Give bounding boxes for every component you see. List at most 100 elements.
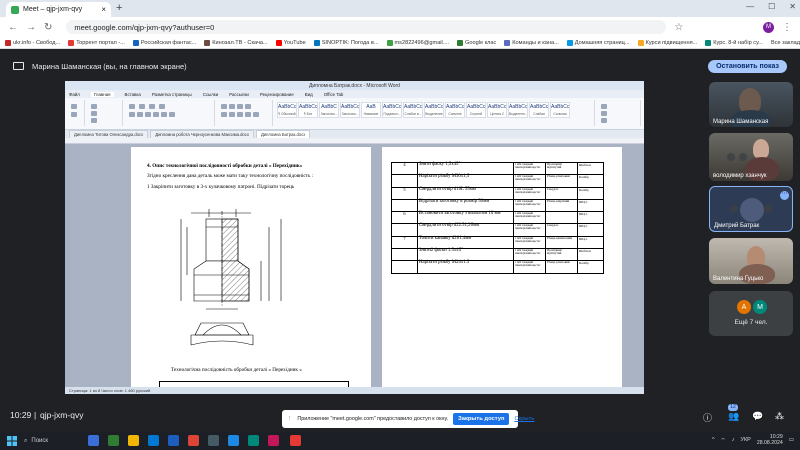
notifications-icon[interactable]: ▭ <box>789 437 794 443</box>
profile-avatar[interactable]: M <box>763 21 774 33</box>
stop-presenting-button[interactable]: Остановить показ <box>708 59 787 73</box>
pin-icon[interactable] <box>730 205 738 213</box>
participant-tile[interactable]: володимир хзанчук <box>709 133 793 181</box>
ribbon-tool-icon[interactable] <box>601 104 607 109</box>
info-icon[interactable]: ⓘ <box>703 411 712 424</box>
ribbon-tool-icon[interactable] <box>91 104 97 109</box>
menu-dots-icon[interactable]: ⋮ <box>782 22 792 33</box>
style-preset[interactable]: AaBbCcDt Слабая сс... <box>529 102 549 118</box>
word-menu-item[interactable]: Главная <box>90 91 114 97</box>
ribbon-tool-icon[interactable] <box>229 104 235 109</box>
app-icon[interactable] <box>228 435 239 446</box>
system-clock[interactable]: 10:29 28.08.2024 <box>757 434 783 446</box>
style-preset[interactable]: AaBbCcDt Слабое в... <box>403 102 423 118</box>
volume-icon[interactable]: ♪ <box>732 437 735 443</box>
style-preset[interactable]: AaBbCcDt Сильное в... <box>445 102 465 118</box>
bookmark-item[interactable]: Торрент портал -... <box>68 39 125 46</box>
bookmark-item[interactable]: SINOPTIK: Погода в... <box>313 39 379 46</box>
stop-sharing-button[interactable]: Закрыть доступ <box>453 413 510 425</box>
ribbon-tool-icon[interactable] <box>153 112 159 117</box>
close-window-icon[interactable]: ✕ <box>789 2 796 11</box>
bookmark-item[interactable]: ukr.info - Свобод... <box>5 39 60 46</box>
app-icon[interactable] <box>208 435 219 446</box>
browser-tab[interactable]: Meet – qjp-jxm-qvy × <box>6 2 111 17</box>
ribbon-tool-icon[interactable] <box>129 104 135 109</box>
store-icon[interactable] <box>148 435 159 446</box>
reload-icon[interactable]: ↻ <box>44 22 52 33</box>
style-preset[interactable]: AaBbCc Подзагол... <box>382 102 402 118</box>
activities-icon[interactable]: ⁂ <box>775 411 784 422</box>
bookmark-item[interactable]: Кинозал.ТВ - Скача... <box>204 39 268 46</box>
ribbon-tool-icon[interactable] <box>221 112 227 117</box>
bookmark-star-icon[interactable]: ☆ <box>674 22 683 33</box>
word-menu-item[interactable]: Ссылки <box>203 92 218 97</box>
ribbon-tool-icon[interactable] <box>221 104 227 109</box>
ribbon-tool-icon[interactable] <box>91 118 97 123</box>
style-preset[interactable]: AaBbCcDt Цитата 2 <box>487 102 507 118</box>
ribbon-tool-icon[interactable] <box>601 111 607 116</box>
edge-icon[interactable] <box>108 435 119 446</box>
bookmark-item[interactable]: Домашняя страниц... <box>566 39 630 46</box>
ribbon-tool-icon[interactable] <box>253 112 259 117</box>
style-preset[interactable]: AaBbCcDt Сильная с... <box>550 102 570 118</box>
pin-icon[interactable] <box>727 153 735 161</box>
ribbon-tool-icon[interactable] <box>71 104 77 109</box>
all-bookmarks-button[interactable]: Все закладки <box>771 40 800 46</box>
participant-tile[interactable]: Марина Шаманская <box>709 82 793 127</box>
ribbon-tool-icon[interactable] <box>245 112 251 117</box>
more-options-icon[interactable] <box>764 205 772 213</box>
url-bar[interactable]: meet.google.com/qjp-jxm-qvy?authuser=0 <box>66 20 667 34</box>
style-preset[interactable]: AaBbC Заголово... <box>319 102 339 118</box>
ribbon-tool-icon[interactable] <box>159 104 165 109</box>
chrome-icon[interactable] <box>290 435 301 446</box>
hide-link[interactable]: Скрыть <box>514 416 534 422</box>
style-preset[interactable]: AaBbCcDt Строгий <box>466 102 486 118</box>
chat-icon[interactable]: 💬 <box>752 411 763 422</box>
style-preset[interactable]: AaBbCcDt ¶ Без инте... <box>298 102 318 118</box>
task-view-icon[interactable] <box>88 435 99 446</box>
ribbon-tool-icon[interactable] <box>91 111 97 116</box>
document-tab[interactable]: Дипломна робота Черноусенкова Максима.do… <box>150 130 254 138</box>
word-menu-item[interactable]: Рассылки <box>229 92 249 97</box>
participant-tile[interactable]: Валентина Гуцько <box>709 238 793 284</box>
bookmark-item[interactable]: YouTube <box>275 39 306 46</box>
forward-icon[interactable]: → <box>26 22 36 33</box>
windows-start-icon[interactable] <box>7 436 17 446</box>
ribbon-tool-icon[interactable] <box>137 112 143 117</box>
style-preset[interactable]: AaBbCc Заголово... <box>340 102 360 118</box>
ribbon-tool-icon[interactable] <box>161 112 167 117</box>
ribbon-tool-icon[interactable] <box>145 112 151 117</box>
ribbon-tool-icon[interactable] <box>149 104 155 109</box>
style-preset[interactable]: AaBbCcDt ¶ Обычный <box>277 102 297 118</box>
ribbon-tool-icon[interactable] <box>245 104 251 109</box>
style-preset[interactable]: AaB Название <box>361 102 381 118</box>
ribbon-tool-icon[interactable] <box>139 104 145 109</box>
app-icon[interactable] <box>248 435 259 446</box>
word-menu-item[interactable]: Разметка страницы <box>152 92 192 97</box>
ribbon-tool-icon[interactable] <box>71 112 77 117</box>
word-icon[interactable] <box>168 435 179 446</box>
taskbar-search[interactable]: ⌕ Поиск <box>24 435 78 447</box>
more-participants-tile[interactable]: А М Ещё 7 чел. <box>709 291 793 336</box>
ribbon-tool-icon[interactable] <box>237 112 243 117</box>
bookmark-item[interactable]: Курси підвищення... <box>637 39 697 46</box>
bookmark-item[interactable]: Google клас <box>457 39 496 46</box>
app-icon[interactable] <box>268 435 279 446</box>
word-menu-item[interactable]: Office Tab <box>324 92 344 97</box>
chevron-up-icon[interactable]: ^ <box>712 437 715 443</box>
ribbon-tool-icon[interactable] <box>169 112 175 117</box>
chrome-icon[interactable] <box>188 435 199 446</box>
people-icon[interactable]: 👥 <box>728 411 739 422</box>
word-menu-item[interactable]: Вид <box>305 92 313 97</box>
document-tab[interactable]: Дипломна Титова Олександра.docx <box>69 130 149 138</box>
bookmark-item[interactable]: Курс. 8-й набір су... <box>705 39 763 46</box>
new-tab-button[interactable]: + <box>116 2 122 14</box>
network-icon[interactable]: ⌔ <box>721 437 726 444</box>
ribbon-tool-icon[interactable] <box>237 104 243 109</box>
bookmark-item[interactable]: Российская фантас... <box>132 39 196 46</box>
word-menu-item[interactable]: Файл <box>69 92 80 97</box>
word-menu-item[interactable]: Рецензирование <box>260 92 294 97</box>
ribbon-tool-icon[interactable] <box>229 112 235 117</box>
file-explorer-icon[interactable] <box>128 435 139 446</box>
minimize-icon[interactable]: — <box>746 2 754 11</box>
